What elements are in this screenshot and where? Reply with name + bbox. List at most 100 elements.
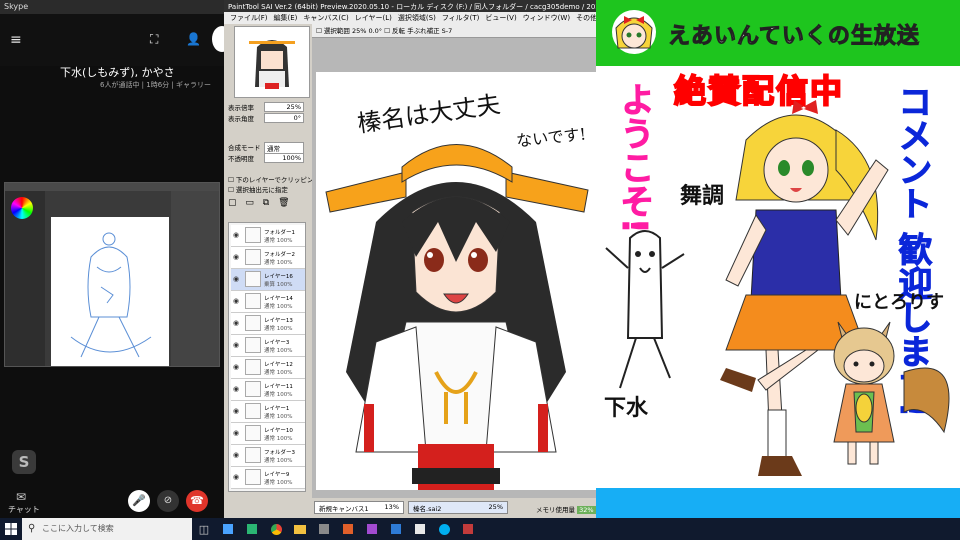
shared-screen-tools (5, 191, 45, 366)
layer-visibility-icon[interactable]: ◉ (233, 429, 239, 437)
layer-visibility-icon[interactable]: ◉ (233, 385, 239, 393)
layer-row[interactable]: ◉ レイヤー16 乗算 100% (231, 269, 305, 291)
layer-visibility-icon[interactable]: ◉ (233, 275, 239, 283)
layer-row[interactable]: ◉ フォルダー1 通常 100% (231, 225, 305, 247)
skype-call-header: ≡ ⛶ 👤 (0, 14, 232, 66)
taskbar-app-6-icon[interactable] (384, 518, 408, 540)
checkbox-icon[interactable]: ☐ (228, 186, 234, 194)
menu-filter[interactable]: フィルタ(T) (442, 12, 480, 24)
checkbox-icon[interactable]: ☐ (228, 176, 234, 184)
zoom-value[interactable]: 25% (264, 102, 304, 112)
taskbar-app-2-icon[interactable] (240, 518, 264, 540)
phone-hangup-icon: ☎ (190, 494, 204, 507)
layer-visibility-icon[interactable]: ◉ (233, 407, 239, 415)
layer-row[interactable]: ◉ レイヤー1 通常 100% (231, 401, 305, 423)
layer-thumbnail (245, 293, 261, 309)
navigator-preview[interactable] (234, 26, 310, 98)
layer-row[interactable]: ◉ レイヤー14 通常 100% (231, 291, 305, 313)
menu-selection[interactable]: 選択領域(S) (398, 12, 436, 24)
layer-row[interactable]: ◉ フォルダー3 通常 100% (231, 445, 305, 467)
layer-visibility-icon[interactable]: ◉ (233, 319, 239, 327)
opacity-slider[interactable]: 100% (264, 153, 304, 163)
start-button[interactable] (0, 518, 22, 540)
skype-taskbar-icon[interactable] (432, 518, 456, 540)
taskbar-app-7-icon[interactable] (408, 518, 432, 540)
layer-visibility-icon[interactable]: ◉ (233, 297, 239, 305)
layer-thumbnail (245, 249, 261, 265)
layer-visibility-icon[interactable]: ◉ (233, 451, 239, 459)
copy-layer-icon[interactable]: ⧉ (263, 198, 272, 208)
chrome-icon[interactable] (264, 518, 288, 540)
fullscreen-icon[interactable]: ⛶ (150, 32, 158, 47)
windows-logo-icon (5, 523, 17, 535)
chat-icon[interactable]: ✉ (16, 490, 26, 504)
select-source-checkbox-row[interactable]: ☐ 選択抽出元に指定 (228, 184, 288, 194)
add-people-icon[interactable]: 👤 (186, 32, 201, 46)
taskbar-app-8-icon[interactable] (456, 518, 480, 540)
layer-name: フォルダー1 (264, 230, 295, 236)
canvas-area[interactable]: 榛名は大丈夫 ないです! (312, 38, 596, 498)
layer-row[interactable]: ◉ フォルダー2 通常 100% (231, 247, 305, 269)
layer-row[interactable]: ◉ レイヤー13 通常 100% (231, 313, 305, 335)
taskbar-app-1-icon[interactable] (216, 518, 240, 540)
layer-thumbnail (245, 425, 261, 441)
layer-row[interactable]: ◉ レイヤー10 通常 100% (231, 423, 305, 445)
layer-list[interactable]: ◉ フォルダー1 通常 100% ◉ フォルダー2 通常 100% ◉ レイヤー16 乗算 10… (228, 222, 306, 492)
chat-button-label[interactable]: チャット (8, 504, 40, 515)
layer-name: レイヤー10 (264, 428, 293, 434)
menu-window[interactable]: ウィンドウ(W) (523, 12, 570, 24)
layer-visibility-icon[interactable]: ◉ (233, 363, 239, 371)
menu-view[interactable]: ビュー(V) (485, 12, 516, 24)
taskbar-app-5-icon[interactable] (360, 518, 384, 540)
delete-layer-icon[interactable]: 🗑 (278, 198, 292, 208)
stream-overlay: えあいんていくの生放送 絶賛配信中 ようこそ! コメント 歓迎します! 舞調 下… (596, 0, 960, 518)
file-explorer-icon[interactable] (288, 518, 312, 540)
sai-canvas-toolbar[interactable]: ☐ 選択範囲 25% 0.0° ☐ 反転 手ぶれ補正 S-7 (312, 24, 596, 38)
menu-other[interactable]: その他 (576, 12, 596, 24)
clip-checkbox-row[interactable]: ☐ 下のレイヤーでクリッピング (228, 174, 320, 184)
layer-row[interactable]: ◉ レイヤー12 通常 100% (231, 357, 305, 379)
layer-row[interactable]: ◉ レイヤー9 通常 100% (231, 467, 305, 489)
layer-visibility-icon[interactable]: ◉ (233, 473, 239, 481)
layer-visibility-icon[interactable]: ◉ (233, 341, 239, 349)
canvas-tab-bar: 新規キャンバス1 13% 榛名.sai2 25% メモリ使用量 32% (312, 498, 596, 518)
tab-new-canvas[interactable]: 新規キャンバス1 13% (314, 501, 404, 514)
layer-visibility-icon[interactable]: ◉ (233, 253, 239, 261)
streamer-avatar (612, 10, 656, 54)
layer-thumbnail (245, 227, 261, 243)
menu-canvas[interactable]: キャンバス(C) (303, 12, 348, 24)
layer-name: レイヤー13 (264, 318, 293, 324)
layer-thumbnail (245, 337, 261, 353)
tab-haruna[interactable]: 榛名.sai2 25% (408, 501, 508, 514)
layer-name: フォルダー2 (264, 252, 295, 258)
layer-name: フォルダー3 (264, 450, 295, 456)
layer-name: レイヤー16 (264, 274, 293, 280)
task-view-icon[interactable]: ◫ (192, 518, 216, 540)
layer-thumbnail (245, 447, 261, 463)
layer-row[interactable]: ◉ レイヤー11 通常 100% (231, 379, 305, 401)
menu-edit[interactable]: 編集(E) (274, 12, 298, 24)
layer-thumbnail (245, 381, 261, 397)
hang-up-button[interactable]: ☎ (186, 490, 208, 512)
layer-blend-info: 通常 100% (264, 414, 293, 420)
angle-value[interactable]: 0° (264, 113, 304, 123)
hamburger-menu-icon[interactable]: ≡ (10, 32, 22, 48)
shimizu-character-illustration (605, 230, 685, 389)
video-toggle-button[interactable]: ⊘ (157, 490, 179, 512)
canvas[interactable]: 榛名は大丈夫 ないです! (316, 72, 596, 490)
blend-mode-row: 合成モード 通常 (228, 142, 304, 154)
taskbar-app-3-icon[interactable] (312, 518, 336, 540)
menu-layer[interactable]: レイヤー(L) (355, 12, 392, 24)
taskbar-search-box[interactable]: ⚲ ここに入力して検索 (22, 518, 192, 540)
nitorisu-character-illustration (833, 321, 950, 465)
taskbar-app-4-icon[interactable] (336, 518, 360, 540)
new-folder-icon[interactable]: ▭ (245, 198, 257, 208)
layer-name: レイヤー3 (264, 340, 290, 346)
navigator-thumbnail (245, 31, 299, 93)
overlay-header: えあいんていくの生放送 (596, 0, 960, 66)
microphone-button[interactable]: 🎤 (128, 490, 150, 512)
layer-row[interactable]: ◉ レイヤー3 通常 100% (231, 335, 305, 357)
layer-visibility-icon[interactable]: ◉ (233, 231, 239, 239)
menu-file[interactable]: ファイル(F) (230, 12, 268, 24)
new-layer-icon[interactable]: ▢ (228, 198, 240, 208)
